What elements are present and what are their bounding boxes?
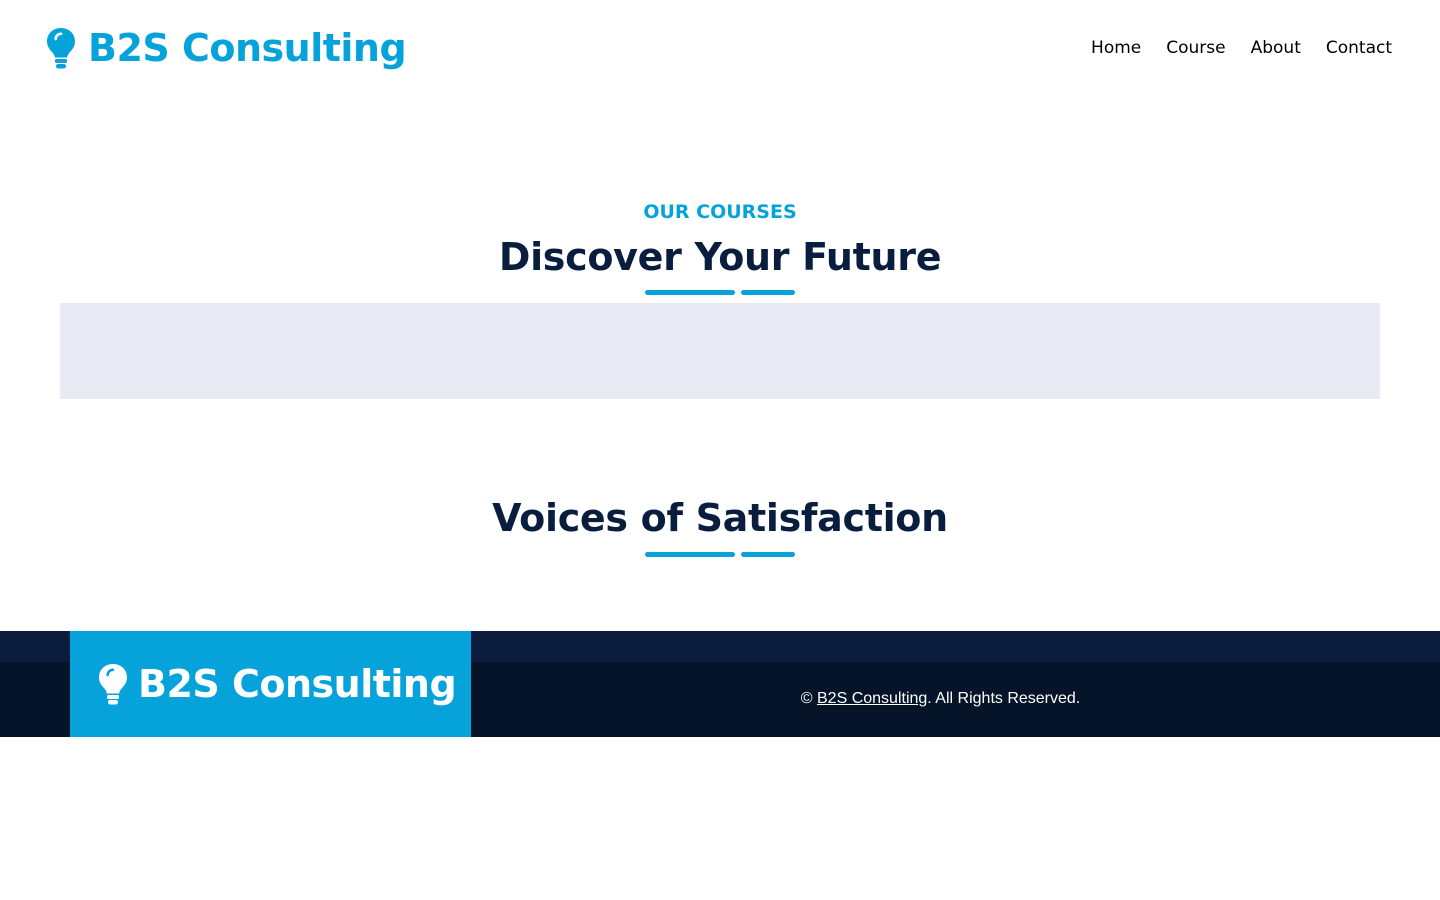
lightbulb-icon [46,27,76,69]
copyright-link[interactable]: B2S Consulting [817,690,927,707]
testimonials-title: Voices of Satisfaction [492,496,948,540]
underline-bar-short [741,290,795,295]
nav-link-home[interactable]: Home [1091,36,1141,60]
navbar: B2S Consulting Home Course About Contact [0,0,1440,96]
copyright-text: © B2S Consulting. All Rights Reserved. [471,688,1410,710]
nav-menu: Home Course About Contact [1066,36,1392,60]
underline-bar-short [741,552,795,557]
courses-title: Discover Your Future [498,235,942,279]
underline-bar-long [645,290,735,295]
testimonials-title-underline [645,552,795,557]
brand-logo-link[interactable]: B2S Consulting [46,24,407,72]
testimonials-header: Voices of Satisfaction [0,494,1440,557]
footer-brand-name: B2S Consulting [138,662,457,706]
courses-carousel-area [60,303,1380,399]
nav-link-contact[interactable]: Contact [1326,36,1392,60]
nav-link-course[interactable]: Course [1166,36,1225,60]
courses-title-underline [645,290,795,295]
footer-brand-link[interactable]: B2S Consulting [70,631,471,737]
courses-kicker: OUR COURSES [643,201,797,223]
copyright-suffix: . All Rights Reserved. [927,690,1081,707]
courses-header: OUR COURSES Discover Your Future [0,200,1440,295]
underline-bar-long [645,552,735,557]
brand-name: B2S Consulting [88,26,407,70]
copyright-symbol: © [800,690,813,707]
lightbulb-icon [98,663,128,705]
nav-link-about[interactable]: About [1251,36,1301,60]
